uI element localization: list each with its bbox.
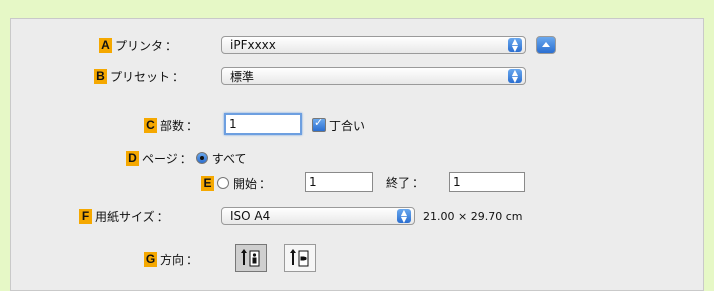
preset-label: プリセット <box>110 69 171 84</box>
colon: ： <box>259 176 272 191</box>
preset-popup[interactable]: 標準 ▲ ▼ <box>221 67 526 85</box>
printer-popup[interactable]: iPFxxxx ▲ ▼ <box>221 36 526 54</box>
to-row: 終了 ： <box>386 171 434 193</box>
pages-row: D ページ ： すべて <box>126 147 246 169</box>
paper-row: F 用紙サイズ ： <box>79 205 179 227</box>
badge-a: A <box>99 37 112 53</box>
collate-label: 丁合い <box>329 118 366 133</box>
popup-arrows-icon: ▲ ▼ <box>508 69 522 84</box>
badge-d: D <box>126 150 139 166</box>
paper-dimensions: 21.00 × 29.70 cm <box>423 209 523 223</box>
popup-arrows-icon: ▲ ▼ <box>508 38 522 53</box>
colon: ： <box>412 175 425 190</box>
print-settings-panel: A プリンタ ： iPFxxxx ▲ ▼ B プリセット ： 標準 ▲ ▼ C 部数… <box>10 18 704 291</box>
orientation-row: G 方向 ： <box>144 248 208 270</box>
pages-all-label: すべて <box>211 151 247 166</box>
printer-row: A プリンタ ： <box>99 34 187 56</box>
popup-arrows-icon: ▲ ▼ <box>397 209 411 224</box>
colon: ： <box>172 69 185 84</box>
from-label: 開始 <box>233 176 258 191</box>
pages-all-radio[interactable] <box>195 152 208 164</box>
badge-g: G <box>144 251 157 267</box>
badge-b: B <box>94 68 107 84</box>
from-input[interactable]: 1 <box>305 172 373 192</box>
preset-row: B プリセット ： <box>94 65 194 87</box>
orientation-label: 方向 <box>160 252 185 267</box>
paper-size-popup[interactable]: ISO A4 ▲ ▼ <box>221 207 415 225</box>
expand-details-button[interactable] <box>536 36 556 54</box>
paper-label: 用紙サイズ <box>95 209 155 224</box>
preset-value: 標準 <box>230 69 255 84</box>
collate-checkbox[interactable] <box>312 116 326 132</box>
to-label: 終了 <box>386 175 411 190</box>
badge-f: F <box>79 208 92 224</box>
pages-range-radio[interactable] <box>217 177 229 189</box>
printer-value: iPFxxxx <box>230 38 276 52</box>
background: A プリンタ ： iPFxxxx ▲ ▼ B プリセット ： 標準 ▲ ▼ C 部数… <box>0 0 714 291</box>
colon: ： <box>179 151 192 166</box>
colon: ： <box>156 209 169 224</box>
page-range-row: E 開始 ： <box>201 172 281 194</box>
pages-label: ページ <box>142 151 178 166</box>
copies-input[interactable]: 1 <box>224 113 302 135</box>
collate-option[interactable]: 丁合い <box>312 114 365 136</box>
portrait-button[interactable] <box>235 244 267 272</box>
colon: ： <box>186 118 199 133</box>
colon: ： <box>165 38 178 53</box>
landscape-icon <box>290 249 309 267</box>
paper-size-value: ISO A4 <box>230 209 271 223</box>
badge-c: C <box>144 117 157 133</box>
colon: ： <box>186 252 199 267</box>
landscape-button[interactable] <box>284 244 316 272</box>
badge-e: E <box>201 175 214 191</box>
copies-label: 部数 <box>160 118 185 133</box>
copies-row: C 部数 ： <box>144 114 208 136</box>
to-input[interactable]: 1 <box>449 172 525 192</box>
portrait-icon <box>241 249 260 267</box>
printer-label: プリンタ <box>115 38 164 53</box>
